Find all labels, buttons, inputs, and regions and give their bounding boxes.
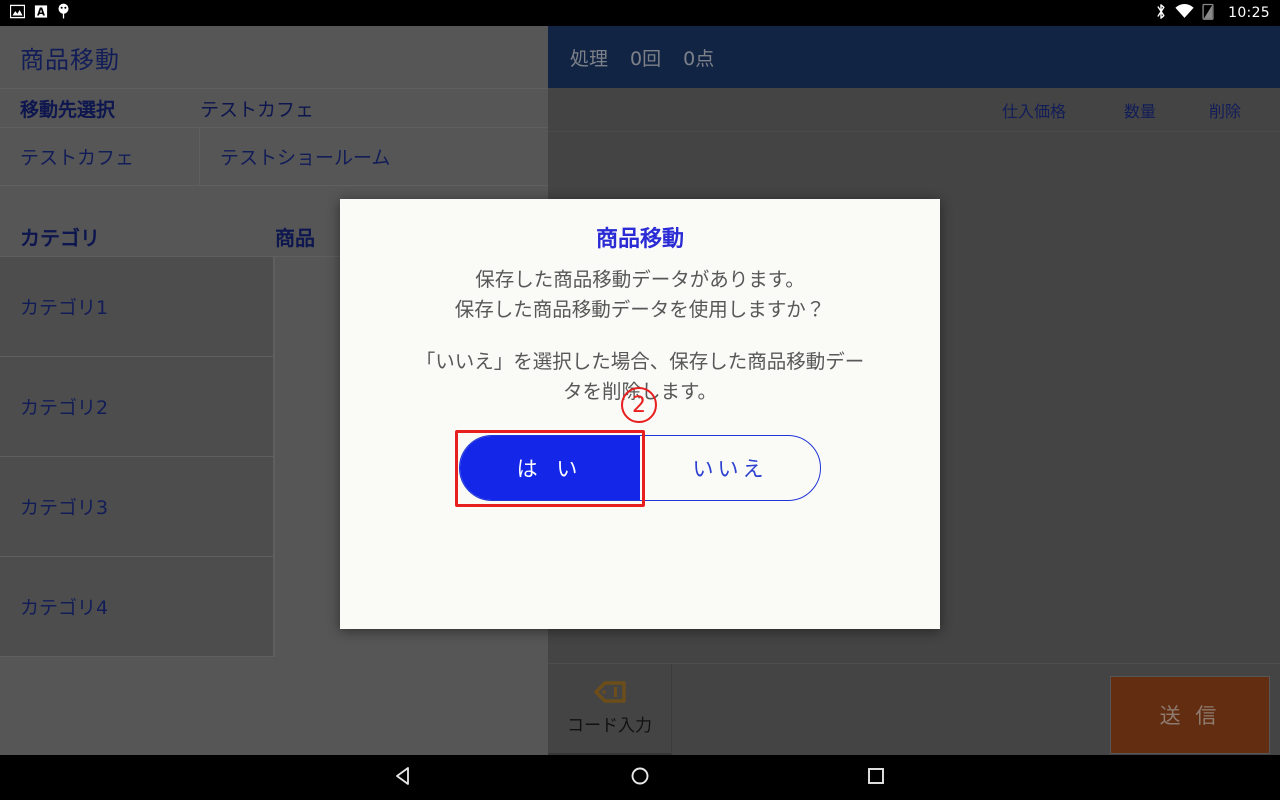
usb-debug-icon — [57, 3, 70, 23]
text-input-icon: A — [34, 4, 48, 23]
dialog-message-line-2: 保存した商品移動データを使用しますか？ — [454, 298, 826, 321]
android-status-bar: A 10:25 — [0, 0, 1280, 26]
status-system-icons: 10:25 — [1155, 3, 1270, 24]
dialog-button-group: は い いいえ 2 — [455, 387, 821, 507]
back-icon[interactable] — [393, 765, 415, 791]
device-screen: A 10:25 商品移動 移動先選択 テストカフェ テストカフェ テストショール… — [0, 0, 1280, 800]
dialog-message-gap — [360, 325, 920, 347]
dialog-message-line-1: 保存した商品移動データがあります。 — [475, 268, 805, 291]
wifi-icon — [1175, 3, 1194, 23]
home-icon[interactable] — [629, 765, 651, 791]
image-icon — [9, 4, 26, 23]
dialog-no-button[interactable]: いいえ — [640, 436, 820, 500]
dialog-message-line-3: 「いいえ」を選択した場合、保存した商品移動デー — [415, 350, 865, 373]
battery-icon — [1202, 3, 1214, 24]
recents-icon[interactable] — [865, 765, 887, 791]
confirmation-dialog: 商品移動 保存した商品移動データがあります。 保存した商品移動データを使用します… — [340, 199, 940, 629]
dialog-title: 商品移動 — [595, 227, 684, 252]
dialog-yes-button[interactable]: は い — [460, 436, 640, 500]
dialog-message: 保存した商品移動データがあります。 保存した商品移動データを使用しますか？ 「い… — [360, 265, 920, 407]
status-clock: 10:25 — [1228, 5, 1270, 21]
bluetooth-icon — [1155, 3, 1167, 24]
svg-text:A: A — [37, 6, 45, 18]
annotation-step-number: 2 — [621, 387, 657, 423]
dialog-segmented-buttons: は い いいえ — [459, 435, 821, 501]
status-notification-icons: A — [9, 3, 70, 23]
android-navigation-bar — [0, 755, 1280, 800]
